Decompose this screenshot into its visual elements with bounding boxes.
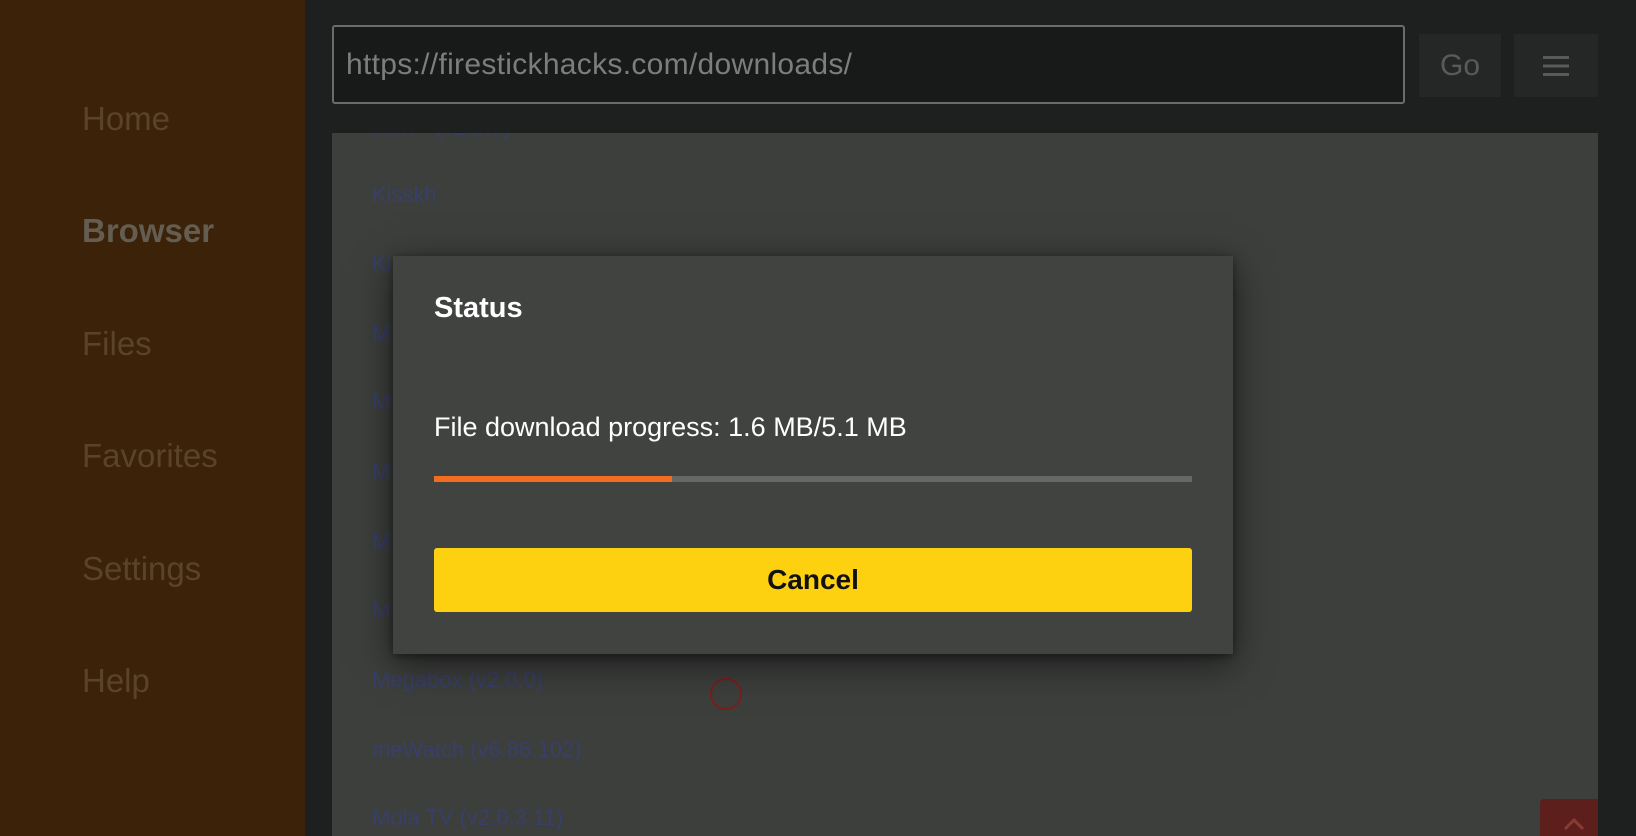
download-progress-fill: [434, 476, 672, 482]
status-dialog: Status File download progress: 1.6 MB/5.…: [393, 256, 1233, 654]
sidebar: Home Browser Files Favorites Settings He…: [0, 0, 305, 836]
list-item[interactable]: Megabox (v2.0.0): [372, 667, 543, 693]
list-item[interactable]: M: [372, 598, 390, 624]
go-button[interactable]: Go: [1419, 34, 1501, 97]
url-input[interactable]: https://firestickhacks.com/downloads/: [332, 25, 1405, 104]
cancel-button[interactable]: Cancel: [434, 548, 1192, 612]
list-item[interactable]: Jiow - (v2.3.7): [372, 133, 510, 141]
sidebar-item-browser[interactable]: Browser: [82, 212, 214, 250]
sidebar-item-settings[interactable]: Settings: [82, 550, 201, 588]
cursor-indicator: [710, 678, 742, 710]
menu-button[interactable]: [1514, 34, 1598, 97]
sidebar-item-help[interactable]: Help: [82, 662, 150, 700]
list-item[interactable]: Kisskh: [372, 182, 437, 208]
list-item[interactable]: M: [372, 389, 390, 415]
list-item[interactable]: Mola TV (v2.0.3.11): [372, 805, 563, 831]
scroll-to-top-button[interactable]: [1540, 799, 1598, 836]
download-progress-text: File download progress: 1.6 MB/5.1 MB: [434, 412, 907, 442]
sidebar-item-files[interactable]: Files: [82, 325, 152, 363]
download-progress-bar: [434, 476, 1192, 482]
hamburger-menu-icon: [1543, 55, 1569, 76]
list-item[interactable]: M: [372, 529, 390, 555]
dialog-title: Status: [434, 292, 523, 324]
list-item[interactable]: Ki: [372, 251, 392, 277]
chevron-up-icon: [1563, 817, 1584, 831]
sidebar-item-home[interactable]: Home: [82, 100, 170, 138]
list-item[interactable]: M: [372, 459, 390, 485]
list-item[interactable]: meWatch (v6.86.102): [372, 737, 582, 763]
list-item[interactable]: M: [372, 321, 390, 347]
sidebar-item-favorites[interactable]: Favorites: [82, 437, 218, 475]
